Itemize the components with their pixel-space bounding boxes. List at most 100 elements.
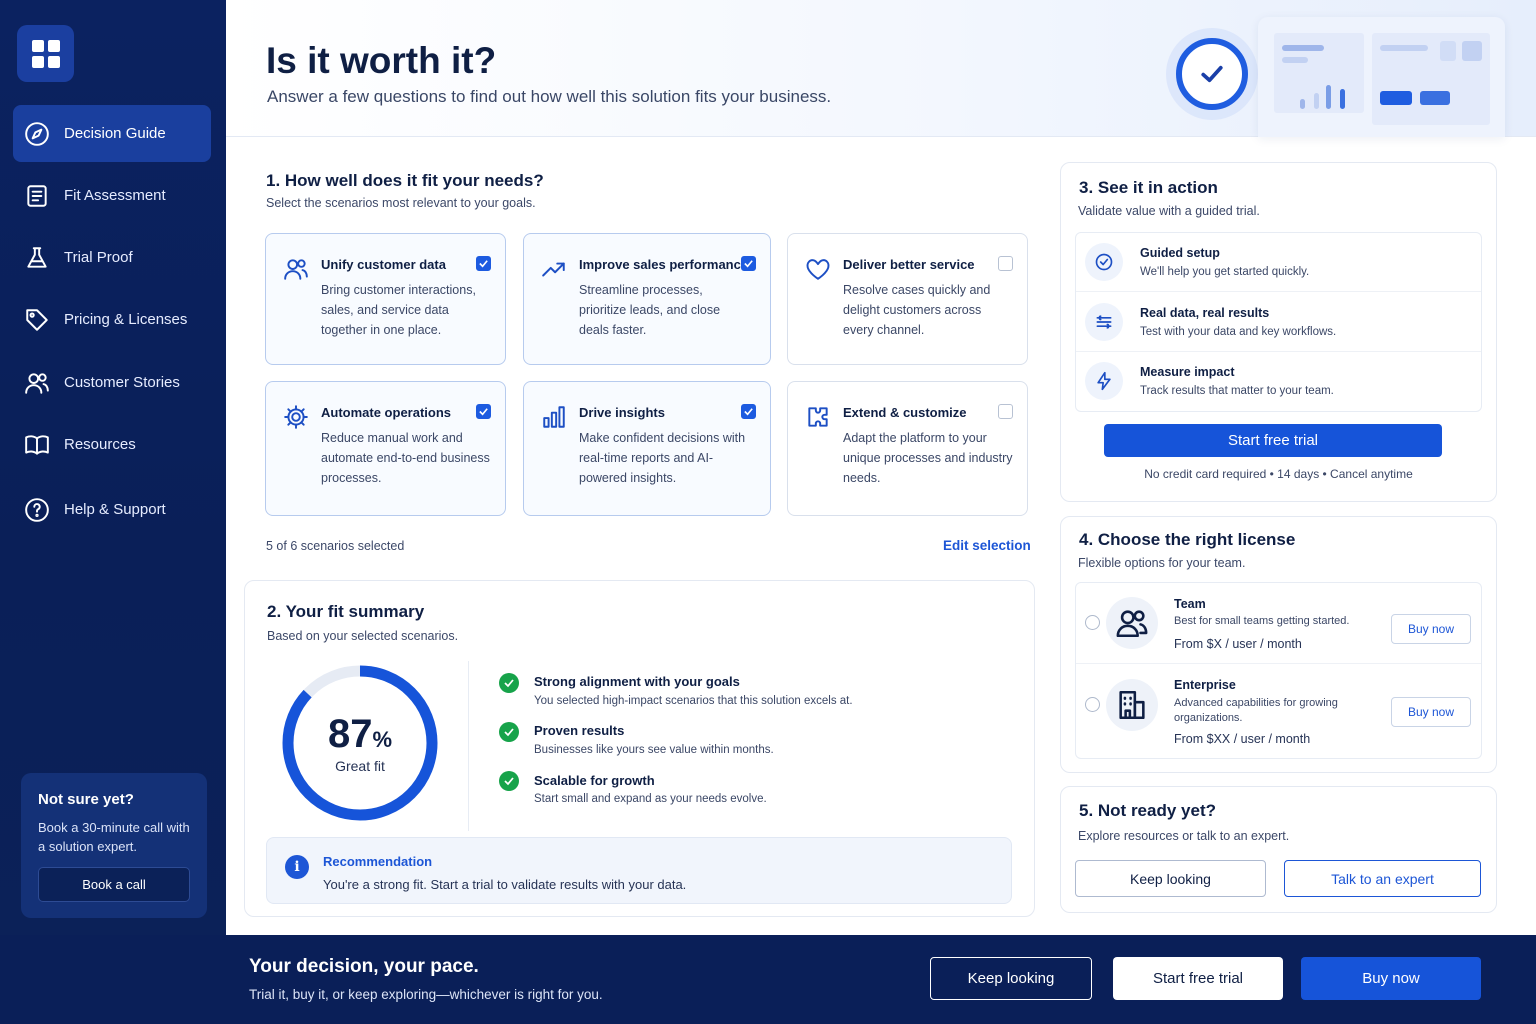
- app-logo-icon[interactable]: [17, 25, 74, 82]
- scenario-checkbox[interactable]: [476, 256, 491, 271]
- license-price: From $XX / user / month: [1174, 732, 1311, 746]
- scenario-checkbox[interactable]: [998, 256, 1013, 271]
- scenario-desc: Resolve cases quickly and delight custom…: [843, 283, 991, 337]
- benefit-desc: Track results that matter to your team.: [1140, 385, 1334, 397]
- license-option-team[interactable]: Team Best for small teams getting starte…: [1076, 583, 1481, 664]
- reason-title: Scalable for growth: [534, 773, 655, 788]
- license-title: 4. Choose the right license: [1079, 530, 1296, 549]
- summary-title: 2. Your fit summary: [267, 602, 425, 621]
- license-desc: Best for small teams getting started.: [1174, 615, 1350, 627]
- scenario-desc: Adapt the platform to your unique proces…: [843, 431, 1013, 485]
- not-ready-subtitle: Explore resources or talk to an expert.: [1078, 829, 1290, 843]
- help-card-text: Book a 30-minute call with a solution ex…: [38, 820, 190, 854]
- recommendation-box: i Recommendation You're a strong fit. St…: [266, 837, 1012, 904]
- buy-now-team-button[interactable]: Buy now: [1391, 614, 1471, 644]
- sidebar-item-label: Customer Stories: [64, 374, 180, 391]
- sidebar-item-help-support[interactable]: Help & Support: [13, 481, 211, 538]
- users-icon: [23, 369, 51, 397]
- scenario-desc: Bring customer interactions, sales, and …: [321, 283, 476, 337]
- trial-subtitle: Validate value with a guided trial.: [1078, 204, 1260, 218]
- footer-subtitle: Trial it, buy it, or keep exploring—whic…: [249, 987, 603, 1002]
- benefit-desc: Test with your data and key workflows.: [1140, 326, 1337, 338]
- sidebar-item-pricing-licenses[interactable]: Pricing & Licenses: [13, 291, 211, 348]
- trial-note: No credit card required • 14 days • Canc…: [1144, 467, 1413, 481]
- scenario-desc: Streamline processes, prioritize leads, …: [579, 283, 721, 337]
- fit-score-unit: %: [372, 727, 393, 752]
- scenario-card-automate[interactable]: Automate operations Reduce manual work a…: [265, 381, 506, 516]
- compass-icon: [23, 120, 51, 148]
- footer-buy-now-button[interactable]: Buy now: [1301, 957, 1481, 1000]
- scenario-checkbox[interactable]: [476, 404, 491, 419]
- help-card: Not sure yet? Book a 30-minute call with…: [21, 773, 207, 918]
- footer-start-trial-button[interactable]: Start free trial: [1113, 957, 1283, 1000]
- gear-icon: [283, 404, 309, 430]
- scenario-title: Automate operations: [321, 405, 452, 420]
- benefit-title: Guided setup: [1140, 246, 1220, 260]
- scenario-title: Extend & customize: [843, 405, 967, 420]
- page-header: Is it worth it? Answer a few questions t…: [226, 0, 1536, 137]
- sidebar-item-label: Trial Proof: [64, 249, 133, 266]
- help-icon: [23, 496, 51, 524]
- footer-title: Your decision, your pace.: [249, 956, 479, 977]
- scenario-title: Deliver better service: [843, 257, 975, 272]
- scenario-card-sales[interactable]: Improve sales performance Streamline pro…: [523, 233, 771, 365]
- check-circle-icon: [499, 771, 519, 791]
- benefit-title: Real data, real results: [1140, 306, 1270, 320]
- reason-desc: Start small and expand as your needs evo…: [534, 793, 767, 805]
- data-flow-icon: [1085, 303, 1123, 341]
- sidebar-item-customer-stories[interactable]: Customer Stories: [13, 354, 211, 411]
- sidebar-item-resources[interactable]: Resources: [13, 416, 211, 473]
- footer-keep-looking-button[interactable]: Keep looking: [930, 957, 1092, 1000]
- check-circle-icon: [499, 673, 519, 693]
- footer-bar: Your decision, your pace. Trial it, buy …: [0, 935, 1536, 1024]
- license-radio[interactable]: [1085, 697, 1100, 712]
- license-price: From $X / user / month: [1174, 637, 1302, 651]
- keep-looking-button[interactable]: Keep looking: [1075, 860, 1266, 897]
- reason-desc: You selected high-impact scenarios that …: [534, 695, 853, 707]
- fit-score: 87%: [280, 712, 440, 757]
- license-option-enterprise[interactable]: Enterprise Advanced capabilities for gro…: [1076, 665, 1481, 759]
- scenario-checkbox[interactable]: [998, 404, 1013, 419]
- bolt-icon: [1085, 362, 1123, 400]
- reason-desc: Businesses like yours see value within m…: [534, 744, 774, 756]
- scenario-card-extend[interactable]: Extend & customize Adapt the platform to…: [787, 381, 1028, 516]
- sidebar: Decision Guide Fit Assessment Trial Proo…: [0, 0, 226, 935]
- scenario-card-unify-data[interactable]: Unify customer data Bring customer inter…: [265, 233, 506, 365]
- license-radio[interactable]: [1085, 615, 1100, 630]
- book-call-button[interactable]: Book a call: [38, 867, 190, 902]
- check-circle-icon: [499, 722, 519, 742]
- summary-subtitle: Based on your selected scenarios.: [267, 629, 459, 643]
- help-card-title: Not sure yet?: [38, 791, 134, 808]
- scenario-checkbox[interactable]: [741, 404, 756, 419]
- sidebar-item-label: Fit Assessment: [64, 187, 166, 204]
- license-subtitle: Flexible options for your team.: [1078, 556, 1246, 570]
- start-free-trial-button[interactable]: Start free trial: [1104, 424, 1442, 457]
- check-circle-icon: [1176, 38, 1248, 110]
- scenario-card-insights[interactable]: Drive insights Make confident decisions …: [523, 381, 771, 516]
- sidebar-item-decision-guide[interactable]: Decision Guide: [13, 105, 211, 162]
- talk-to-expert-button[interactable]: Talk to an expert: [1284, 860, 1481, 897]
- dashboard-illustration: [1258, 17, 1505, 137]
- scenarios-selected-count: 5 of 6 scenarios selected: [266, 539, 405, 553]
- checklist-icon: [23, 182, 51, 210]
- scenario-card-service[interactable]: Deliver better service Resolve cases qui…: [787, 233, 1028, 365]
- trend-up-icon: [541, 256, 567, 282]
- recommendation-title: Recommendation: [323, 854, 433, 869]
- edit-selection-link[interactable]: Edit selection: [943, 538, 1031, 553]
- license-options-list: Team Best for small teams getting starte…: [1075, 582, 1482, 759]
- benefit-title: Measure impact: [1140, 365, 1235, 379]
- sidebar-item-fit-assessment[interactable]: Fit Assessment: [13, 167, 211, 224]
- list-item: Real data, real results Test with your d…: [1076, 293, 1481, 352]
- puzzle-icon: [805, 404, 831, 430]
- not-ready-title: 5. Not ready yet?: [1079, 801, 1216, 820]
- sidebar-item-trial-proof[interactable]: Trial Proof: [13, 229, 211, 286]
- license-name: Enterprise: [1174, 678, 1236, 692]
- scenario-checkbox[interactable]: [741, 256, 756, 271]
- license-desc: Advanced capabilities for growing organi…: [1174, 697, 1338, 724]
- buy-now-enterprise-button[interactable]: Buy now: [1391, 697, 1471, 727]
- scenario-title: Drive insights: [579, 405, 665, 420]
- heart-icon: [805, 256, 831, 282]
- team-icon: [1106, 597, 1158, 649]
- needs-subtitle: Select the scenarios most relevant to yo…: [266, 196, 536, 210]
- scenario-desc: Make confident decisions with real-time …: [579, 431, 746, 485]
